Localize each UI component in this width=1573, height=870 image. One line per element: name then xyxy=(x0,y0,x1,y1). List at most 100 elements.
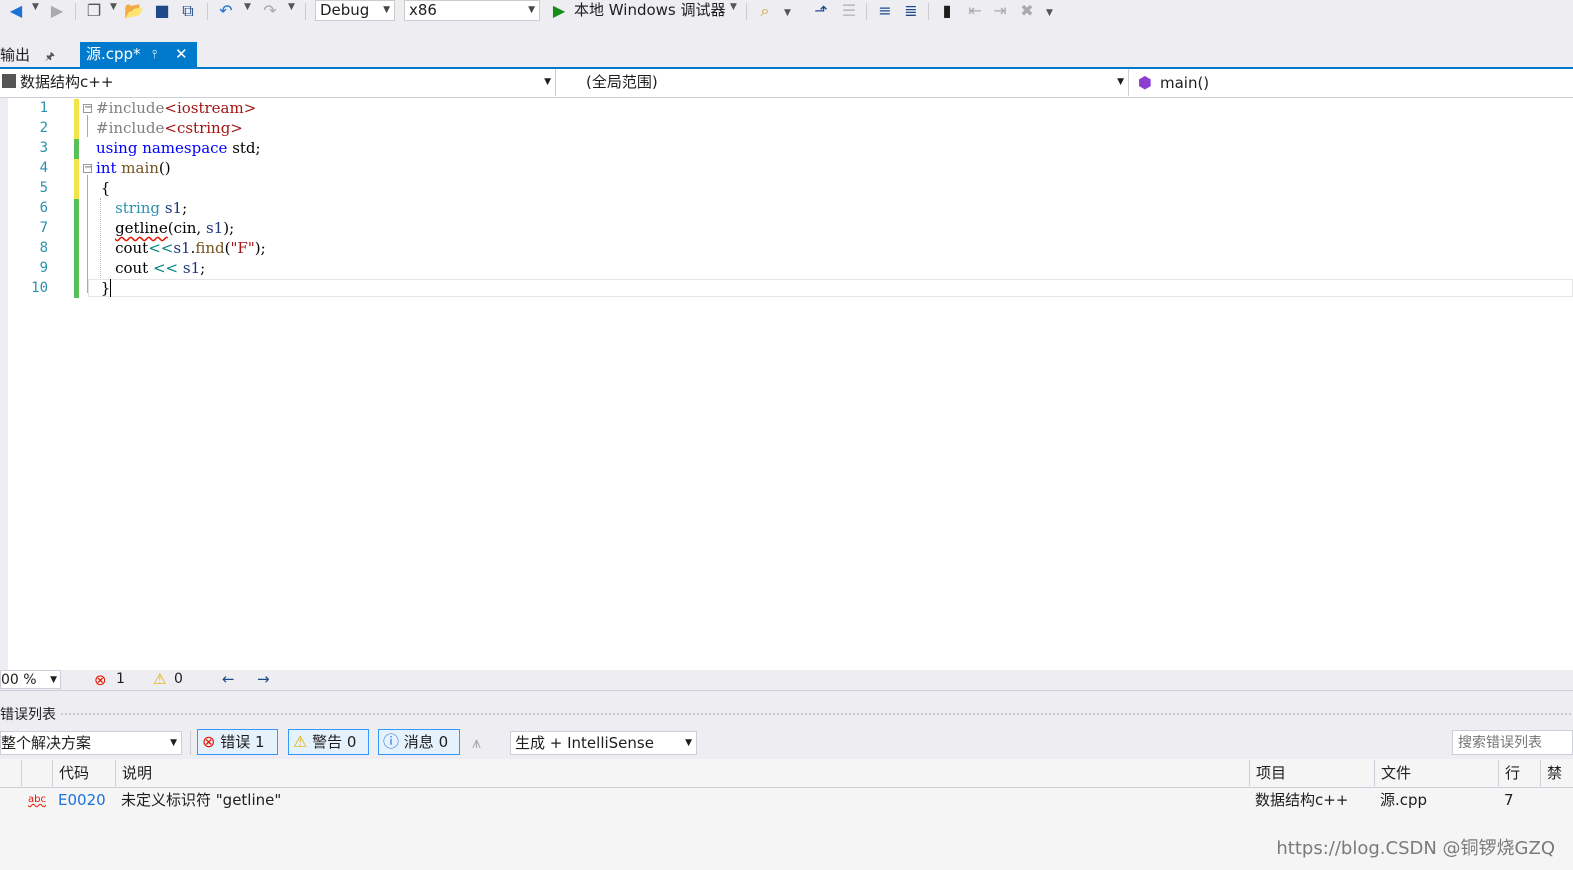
filter-icon[interactable]: ⩚ xyxy=(472,733,481,753)
column-header-project[interactable]: 项目 xyxy=(1249,760,1374,786)
forward-icon[interactable]: ▶ xyxy=(48,1,66,21)
line-number: 3 xyxy=(39,140,48,156)
code-line[interactable]: string s1; xyxy=(96,199,187,217)
error-list-header: 错误列表 xyxy=(0,704,1573,724)
collapse-icon[interactable]: − xyxy=(83,103,92,113)
error-code-link[interactable]: E0020 xyxy=(58,789,106,811)
play-icon[interactable]: ▶ xyxy=(550,1,568,21)
comment-icon[interactable]: ≡ xyxy=(874,1,896,21)
error-count[interactable]: 1 xyxy=(116,671,125,687)
column-header-line[interactable]: 行 xyxy=(1498,760,1540,786)
bookmark-icon[interactable]: ▮ xyxy=(937,1,957,21)
step-icon[interactable]: ⬏ xyxy=(810,1,832,21)
arrow-right-icon[interactable]: → xyxy=(257,670,270,688)
line-number: 5 xyxy=(39,180,48,196)
error-list-search-input[interactable] xyxy=(1452,730,1573,755)
scope-filter-value: 整个解决方案 xyxy=(1,734,92,752)
find-in-files-icon[interactable]: ⌕ xyxy=(754,1,776,21)
column-header-suppression[interactable]: 禁止 xyxy=(1540,760,1573,786)
configuration-value: Debug xyxy=(320,1,370,19)
saved-change-marker xyxy=(74,139,79,159)
pin-icon[interactable]: 🖈 xyxy=(45,50,55,63)
redo-dropdown-icon[interactable]: ▼ xyxy=(288,2,295,12)
configuration-select[interactable]: Debug ▼ xyxy=(315,0,395,21)
code-line[interactable]: getline(cin, s1); xyxy=(96,219,234,237)
errors-filter-label: 错误 1 xyxy=(220,733,265,751)
undo-dropdown-icon[interactable]: ▼ xyxy=(244,2,251,12)
unsaved-change-marker xyxy=(74,159,79,199)
line-number: 2 xyxy=(39,120,48,136)
step-over-icon[interactable]: ☰ xyxy=(838,1,860,21)
close-icon[interactable]: ✕ xyxy=(175,42,188,67)
code-line[interactable]: cout<<s1.find("F"); xyxy=(96,239,266,257)
back-dropdown-icon[interactable]: ▼ xyxy=(32,2,39,12)
unsaved-change-marker xyxy=(74,99,79,139)
toolbar-overflow-icon[interactable]: ▼ xyxy=(1046,8,1053,18)
error-line: 7 xyxy=(1504,791,1514,809)
warnings-filter-button[interactable]: ⚠ 警告 0 xyxy=(288,729,369,755)
open-folder-icon[interactable]: 📂 xyxy=(124,1,144,21)
code-line[interactable]: } xyxy=(96,279,112,297)
code-line[interactable]: int main() xyxy=(96,159,171,177)
watermark: https://blog.CSDN @铜锣烧GZQ xyxy=(1276,838,1555,859)
prev-bookmark-icon[interactable]: ⇤ xyxy=(965,1,985,21)
source-filter-select[interactable]: 生成 + IntelliSense ▼ xyxy=(510,731,697,755)
column-header-file[interactable]: 文件 xyxy=(1374,760,1498,786)
warning-icon: ⚠ xyxy=(293,732,308,751)
messages-filter-label: 消息 0 xyxy=(403,733,449,751)
error-project: 数据结构c++ xyxy=(1255,791,1349,809)
scope-value: (全局范围) xyxy=(586,73,658,91)
next-bookmark-icon[interactable]: ⇥ xyxy=(990,1,1010,21)
new-dropdown-icon[interactable]: ▼ xyxy=(110,2,117,12)
arrow-left-icon[interactable]: ← xyxy=(222,670,235,688)
column-header-code[interactable]: 代码 xyxy=(52,760,115,786)
member-dropdown[interactable]: ⬢ main() xyxy=(1134,69,1573,96)
project-dropdown[interactable]: 数据结构c++ ▼ xyxy=(0,69,556,96)
errors-filter-button[interactable]: ⊗ 错误 1 xyxy=(197,729,278,755)
code-line[interactable]: using namespace std; xyxy=(96,139,261,157)
debugger-dropdown-icon[interactable]: ▼ xyxy=(730,2,737,12)
find-dropdown-icon[interactable]: ▼ xyxy=(784,8,791,18)
code-line[interactable]: cout << s1; xyxy=(96,259,205,277)
column-header-description[interactable]: 说明 xyxy=(115,760,1249,786)
line-number: 6 xyxy=(39,200,48,216)
collapse-icon[interactable]: − xyxy=(83,163,92,173)
editor-status-bar: 00 % ▼ ⊗ 1 ⚠ 0 ← → xyxy=(0,670,1573,690)
start-debugger-button[interactable]: 本地 Windows 调试器 xyxy=(574,0,726,20)
error-list-title: 错误列表 xyxy=(0,707,56,723)
tab-source-file[interactable]: 源.cpp* ⫯ ✕ xyxy=(80,42,197,67)
save-all-icon[interactable]: ⧉ xyxy=(178,1,198,21)
chevron-down-icon: ▼ xyxy=(50,675,57,685)
pin-icon[interactable]: ⫯ xyxy=(152,42,157,67)
code-line[interactable]: #include<iostream> xyxy=(96,99,256,117)
title-grip xyxy=(60,712,1573,717)
code-editor[interactable] xyxy=(8,98,1573,670)
chevron-down-icon: ▼ xyxy=(383,5,390,15)
redo-icon[interactable]: ↷ xyxy=(260,1,280,21)
undo-icon[interactable]: ↶ xyxy=(216,1,236,21)
chevron-down-icon: ▼ xyxy=(1117,77,1124,87)
divider xyxy=(0,690,1573,691)
function-cube-icon: ⬢ xyxy=(1138,73,1152,92)
uncomment-icon[interactable]: ≣ xyxy=(900,1,922,21)
error-file: 源.cpp xyxy=(1380,791,1428,809)
warning-icon[interactable]: ⚠ xyxy=(153,670,166,688)
line-number: 9 xyxy=(39,260,48,276)
warning-count[interactable]: 0 xyxy=(174,671,183,687)
scope-dropdown[interactable]: (全局范围) ▼ xyxy=(562,69,1129,96)
zoom-select[interactable]: 00 % ▼ xyxy=(0,670,61,689)
tab-output[interactable]: 输出 🖈 xyxy=(0,44,55,67)
main-toolbar: ◀ ▼ ▶ ❐ ▼ 📂 ■ ⧉ ↶ ▼ ↷ ▼ Debug ▼ x86 ▼ ▶ … xyxy=(0,0,1573,24)
clear-bookmarks-icon[interactable]: ✖ xyxy=(1017,1,1037,21)
messages-filter-button[interactable]: ⓘ 消息 0 xyxy=(378,729,460,755)
new-project-icon[interactable]: ❐ xyxy=(84,1,104,21)
code-line[interactable]: { xyxy=(96,179,111,197)
code-line[interactable]: #include<cstring> xyxy=(96,119,243,137)
column-header-icon[interactable] xyxy=(21,760,52,786)
scope-filter-select[interactable]: 整个解决方案 ▼ xyxy=(0,731,182,755)
line-number: 10 xyxy=(31,280,48,296)
save-icon[interactable]: ■ xyxy=(152,1,172,21)
platform-select[interactable]: x86 ▼ xyxy=(404,0,540,21)
back-icon[interactable]: ◀ xyxy=(6,1,26,21)
error-icon[interactable]: ⊗ xyxy=(94,671,107,689)
